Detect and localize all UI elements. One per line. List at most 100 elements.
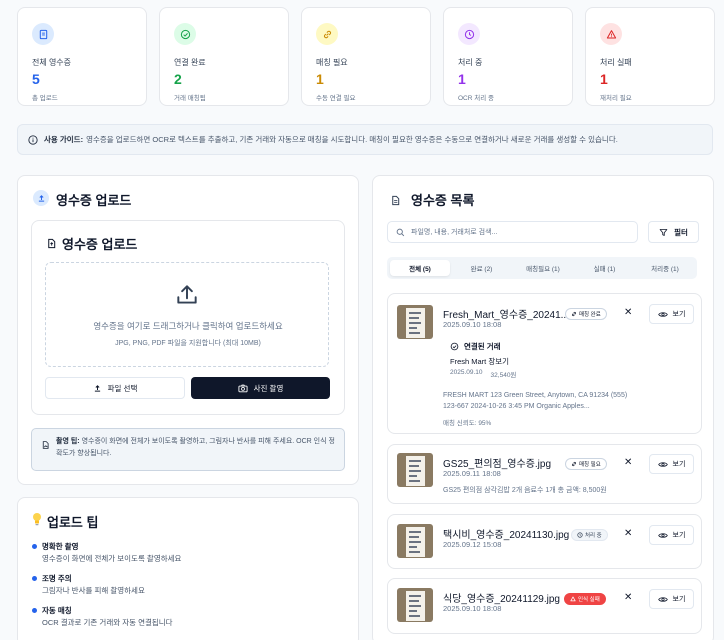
status-badge-label: 매칭 완료 xyxy=(579,312,601,318)
receipt-filename: 택시비_영수증_20241130.jpg xyxy=(443,530,570,541)
stat-label: 처리 중 xyxy=(458,58,483,67)
receipt-filename: 식당_영수증_20241129.jpg xyxy=(443,594,560,605)
bullet xyxy=(32,544,37,549)
view-button[interactable]: 보기 xyxy=(649,589,694,609)
stat-sub: 거래 매칭됨 xyxy=(174,95,206,102)
search-icon xyxy=(396,228,405,236)
check-circle-icon xyxy=(450,342,459,351)
upload-circle-icon xyxy=(33,190,49,206)
info-icon xyxy=(28,134,38,145)
stat-label: 매칭 필요 xyxy=(316,58,348,67)
close-icon[interactable]: ✕ xyxy=(624,457,632,468)
receipt-thumbnail xyxy=(397,524,433,558)
receipt-filename: GS25_편의점_영수증.jpg xyxy=(443,459,552,470)
drop-zone-hint: JPG, PNG, PDF 파일을 지원합니다 (최대 10MB) xyxy=(115,340,261,347)
stat-value: 2 xyxy=(174,71,182,87)
receipt-icon xyxy=(32,23,54,45)
linked-transaction-amount: 32,540원 xyxy=(490,372,517,379)
guide-text: 영수증을 업로드하면 OCR로 텍스트를 추출하고, 기존 거래와 자동으로 매… xyxy=(86,135,618,144)
stat-card-failed: 처리 실패 1 재처리 필요 xyxy=(585,7,715,106)
link-icon xyxy=(571,461,577,467)
photo-tip-text: 영수증이 화면에 전체가 보이도록 촬영하고, 그림자나 반사를 피해 주세요.… xyxy=(56,438,335,457)
camera-icon xyxy=(238,384,248,392)
status-badge: 인식 실패 xyxy=(564,593,606,605)
tip-desc: 그림자나 반사를 피해 촬영하세요 xyxy=(42,586,145,595)
receipt-item[interactable]: 택시비_영수증_20241130.jpg 2025.09.12 15:08 처리… xyxy=(387,514,702,569)
view-button[interactable]: 보기 xyxy=(649,525,694,545)
photo-tip-title: 촬영 팁: xyxy=(56,438,80,445)
upload-panel-title: 영수증 업로드 xyxy=(62,237,138,252)
filter-button[interactable]: 필터 xyxy=(648,221,699,243)
receipt-thumbnail xyxy=(397,453,433,487)
view-button[interactable]: 보기 xyxy=(649,454,694,474)
stat-label: 처리 실패 xyxy=(600,58,632,67)
linked-transaction-title: 연결된 거래 xyxy=(464,342,501,351)
stat-value: 1 xyxy=(458,71,466,87)
close-icon[interactable]: ✕ xyxy=(624,592,632,603)
tip-desc: 영수증이 화면에 전체가 보이도록 촬영하세요 xyxy=(42,554,182,563)
take-photo-label: 사진 촬영 xyxy=(253,383,284,393)
eye-icon xyxy=(657,311,668,317)
tip-title: 명확한 촬영 xyxy=(42,542,79,551)
receipt-item[interactable]: Fresh_Mart_영수증_20241... 2025.09.10 18:08… xyxy=(387,293,702,434)
stat-value: 1 xyxy=(600,71,608,87)
search-input[interactable]: 파일명, 내용, 거래처로 검색... xyxy=(387,221,638,243)
drop-zone[interactable]: 영수증을 여기로 드래그하거나 클릭하여 업로드하세요 JPG, PNG, PD… xyxy=(45,262,329,367)
warning-icon xyxy=(570,596,576,602)
bullet xyxy=(32,608,37,613)
upload-small-icon xyxy=(94,384,100,392)
guide-title: 사용 가이드: xyxy=(44,135,84,144)
view-label: 보기 xyxy=(672,532,686,539)
view-label: 보기 xyxy=(672,596,686,603)
status-badge: 처리 중 xyxy=(571,529,608,541)
link-icon xyxy=(316,23,338,45)
tab-processing[interactable]: 처리중 (1) xyxy=(636,260,694,276)
select-file-button[interactable]: 파일 선택 xyxy=(45,377,185,399)
tab-failed[interactable]: 실패 (1) xyxy=(575,260,634,276)
eye-icon xyxy=(657,596,668,602)
receipt-date: 2025.09.10 18:08 xyxy=(443,604,502,613)
tab-all[interactable]: 전체 (5) xyxy=(390,260,450,276)
status-badge-label: 매칭 필요 xyxy=(579,462,601,468)
photo-tip-box: 촬영 팁: 영수증이 화면에 전체가 보이도록 촬영하고, 그림자나 반사를 피… xyxy=(31,428,345,471)
take-photo-button[interactable]: 사진 촬영 xyxy=(191,377,330,399)
stat-sub: 총 업로드 xyxy=(32,95,58,102)
usage-guide-banner: 사용 가이드: 영수증을 업로드하면 OCR로 텍스트를 추출하고, 기존 거래… xyxy=(17,124,713,155)
status-badge: 매칭 필요 xyxy=(565,458,607,470)
clock-icon xyxy=(577,532,583,538)
match-confidence: 매칭 신뢰도: 95% xyxy=(443,420,492,427)
bullet xyxy=(32,576,37,581)
drop-zone-text: 영수증을 여기로 드래그하거나 클릭하여 업로드하세요 xyxy=(93,321,283,331)
stat-label: 연결 완료 xyxy=(174,58,206,67)
stat-label: 전체 영수증 xyxy=(32,58,72,67)
stat-sub: 수동 연결 필요 xyxy=(316,95,356,102)
photo-tip-text-wrap: 촬영 팁: 영수증이 화면에 전체가 보이도록 촬영하고, 그림자나 반사를 피… xyxy=(56,436,338,460)
close-icon[interactable]: ✕ xyxy=(624,307,632,318)
receipt-item[interactable]: GS25_편의점_영수증.jpg 2025.09.11 18:08 매칭 필요 … xyxy=(387,444,702,504)
tab-needs-match[interactable]: 매칭필요 (1) xyxy=(513,260,573,276)
upload-icon xyxy=(174,282,200,313)
linked-transaction-meta: 2025.09.10 32,540원 xyxy=(450,369,516,379)
upload-tips-title: 업로드 팁 xyxy=(47,515,99,530)
status-badge-label: 처리 중 xyxy=(585,533,602,539)
tab-completed[interactable]: 완료 (2) xyxy=(452,260,511,276)
view-label: 보기 xyxy=(672,461,686,468)
file-image-icon xyxy=(41,437,50,455)
view-button[interactable]: 보기 xyxy=(649,304,694,324)
stat-card-total: 전체 영수증 5 총 업로드 xyxy=(17,7,147,106)
search-placeholder: 파일명, 내용, 거래처로 검색... xyxy=(411,229,498,236)
select-file-label: 파일 선택 xyxy=(107,383,138,393)
receipt-item[interactable]: 식당_영수증_20241129.jpg 2025.09.10 18:08 인식 … xyxy=(387,578,702,634)
stat-card-linked: 연결 완료 2 거래 매칭됨 xyxy=(159,7,289,106)
receipt-list-title: 영수증 목록 xyxy=(411,193,475,208)
close-icon[interactable]: ✕ xyxy=(624,528,632,539)
upload-section: 영수증 업로드 영수증 업로드 영수증을 여기로 드래그하거나 클릭하여 업로드… xyxy=(17,175,359,485)
eye-icon xyxy=(657,461,668,467)
filter-label: 필터 xyxy=(674,227,688,237)
ocr-text: FRESH MART 123 Green Street, Anytown, CA… xyxy=(443,392,628,410)
tip-title: 자동 매칭 xyxy=(42,606,72,615)
receipt-date: 2025.09.11 18:08 xyxy=(443,469,501,478)
stat-value: 5 xyxy=(32,71,40,87)
clock-icon xyxy=(458,23,480,45)
receipt-doc-icon xyxy=(390,193,401,211)
